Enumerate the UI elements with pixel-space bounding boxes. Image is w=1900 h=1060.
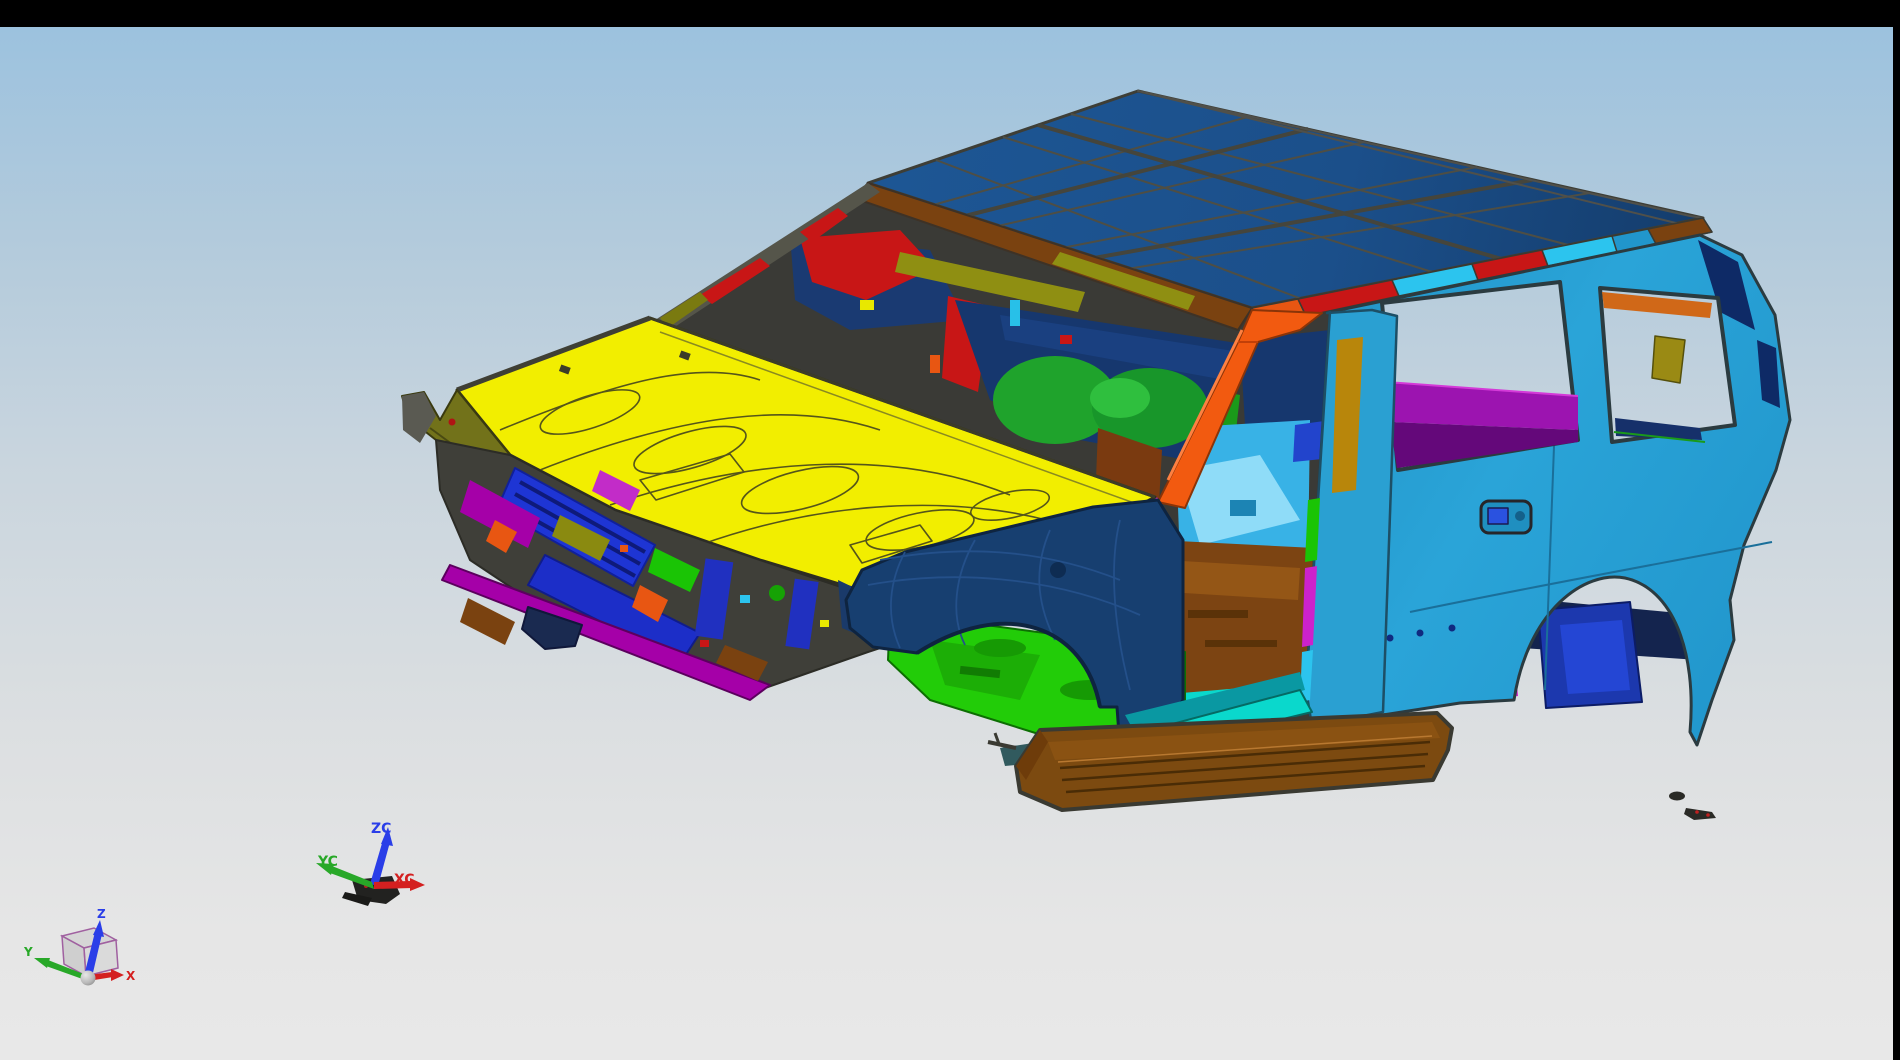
abs-origin-sphere xyxy=(81,971,96,986)
running-board[interactable] xyxy=(1016,713,1452,810)
viewport-canvas[interactable]: ZC YC XC Z Y xyxy=(0,0,1900,1060)
car-model[interactable] xyxy=(402,91,1790,820)
cad-application-window: ZC YC XC Z Y xyxy=(0,0,1900,1060)
door-handle[interactable] xyxy=(1481,501,1531,533)
abs-y-label: Y xyxy=(23,945,33,959)
wcs-z-label: ZC xyxy=(371,821,391,837)
wcs-y-label: YC xyxy=(317,854,338,870)
loose-parts[interactable] xyxy=(1669,792,1716,821)
wcs-x-label: XC xyxy=(394,872,415,888)
rear-door-window[interactable] xyxy=(1382,282,1578,470)
quarter-window[interactable] xyxy=(1600,288,1735,442)
wcs-triad[interactable]: ZC YC XC xyxy=(316,821,425,906)
abs-triad[interactable]: Z Y X xyxy=(23,907,136,986)
abs-x-label: X xyxy=(126,969,136,983)
abs-z-label: Z xyxy=(97,907,106,921)
